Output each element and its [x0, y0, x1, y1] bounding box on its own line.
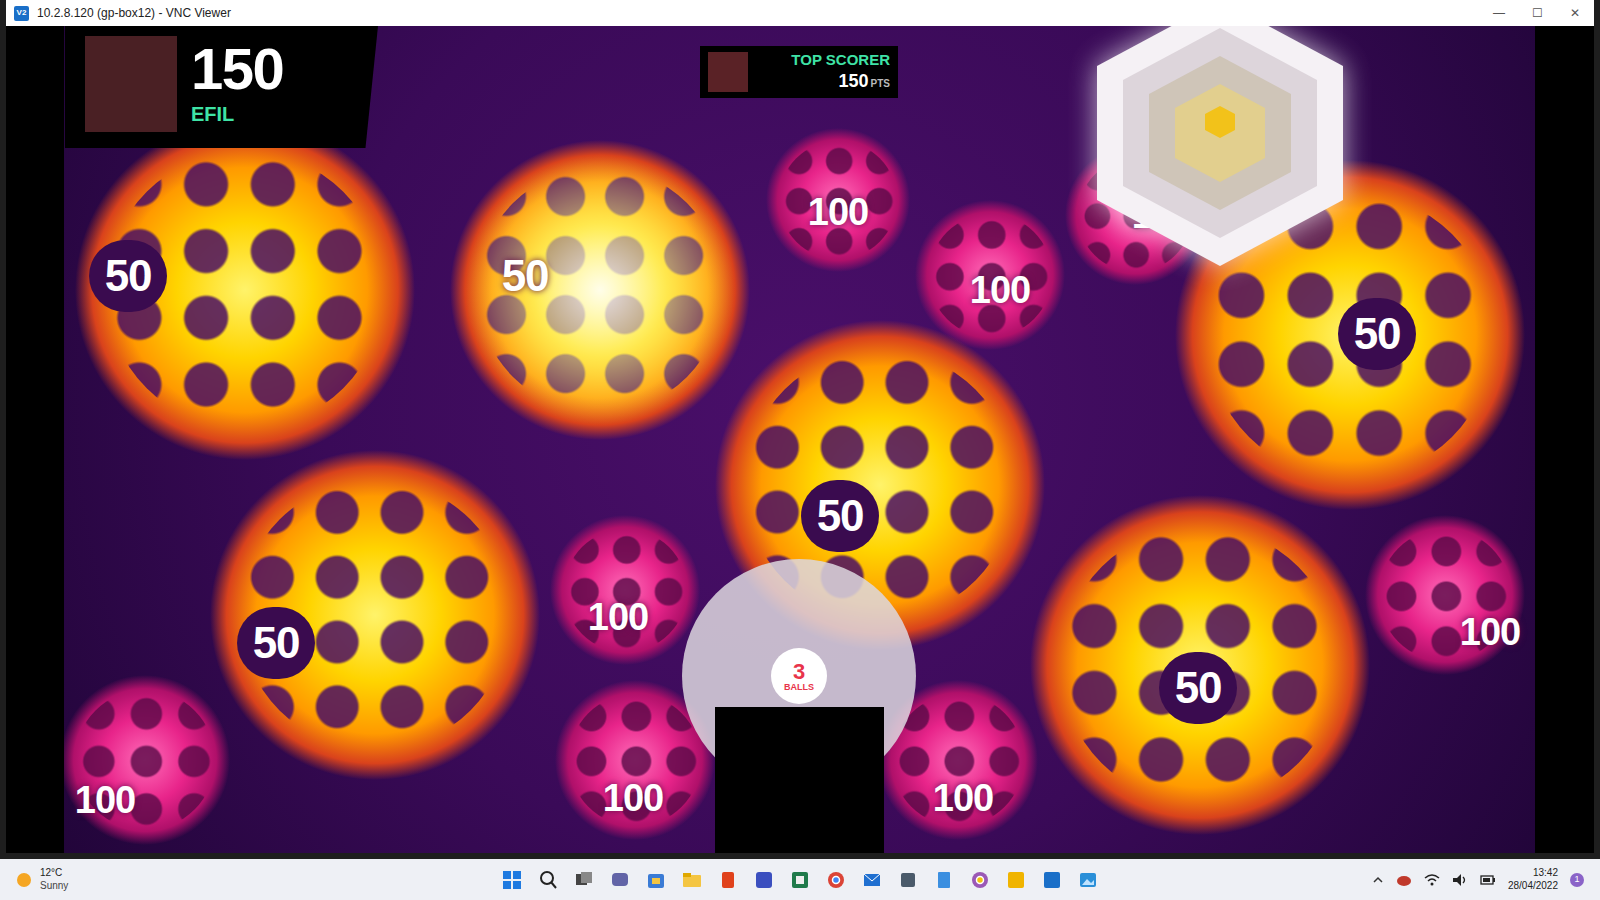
clock[interactable]: 13:4228/04/2022	[1508, 867, 1558, 892]
top-scorer-camera	[708, 52, 748, 92]
balls-badge: 3BALLS	[771, 648, 827, 704]
points-label: 50	[1159, 652, 1237, 724]
points-label: 100	[966, 271, 1035, 309]
points-label: 100	[929, 779, 998, 817]
points-label: 50	[801, 480, 879, 552]
target-ball[interactable]	[450, 140, 750, 440]
chrome-icon[interactable]	[825, 868, 848, 891]
game-area[interactable]: 505010010010050505010050100100100100150E…	[64, 26, 1535, 853]
app-blue-icon[interactable]	[753, 868, 776, 891]
ball-glow	[64, 675, 230, 845]
clock-time: 13:42	[1533, 867, 1558, 880]
window-title: 10.2.8.120 (gp-box12) - VNC Viewer	[37, 4, 1480, 22]
balls-count: 3	[793, 661, 805, 683]
system-tray: 13:4228/04/2022 1	[1100, 867, 1585, 892]
points-label: 100	[804, 193, 873, 231]
close-button[interactable]: ✕	[1556, 0, 1594, 26]
weather-widget[interactable]: 12°CSunny	[16, 867, 501, 892]
file-explorer-icon[interactable]	[681, 868, 704, 891]
vnc-icon[interactable]	[1041, 868, 1064, 891]
target-ball[interactable]	[64, 675, 230, 845]
cloud-icon	[1396, 873, 1412, 887]
balls-label: BALLS	[784, 683, 814, 692]
points-label: 50	[237, 607, 315, 679]
player-camera	[85, 36, 177, 132]
wifi-icon	[1424, 873, 1440, 887]
points-label: 50	[498, 254, 553, 298]
taskbar-apps	[501, 868, 1100, 891]
ball-glow	[1365, 515, 1525, 675]
top-scorer-score: 150	[839, 70, 869, 93]
battery-icon	[1480, 874, 1496, 886]
office-icon[interactable]	[717, 868, 740, 891]
top-scorer-panel: TOP SCORER150PTS	[700, 46, 898, 98]
ball-glow	[450, 140, 750, 440]
left-border	[6, 26, 64, 853]
vnc-window: V2 10.2.8.120 (gp-box12) - VNC Viewer—☐✕ 5…	[6, 0, 1594, 853]
points-label: 50	[89, 240, 167, 312]
points-label: 100	[1456, 613, 1525, 651]
top-scorer-row: 150PTS	[839, 70, 891, 93]
chevron-up-icon	[1372, 874, 1384, 886]
target-ball[interactable]	[550, 515, 700, 665]
top-scorer-unit: PTS	[871, 76, 890, 91]
launcher-base	[715, 707, 884, 853]
weather-temperature: 12°C	[40, 867, 68, 880]
sun-icon	[16, 872, 32, 888]
right-border	[1535, 26, 1594, 853]
points-label: 50	[1338, 298, 1416, 370]
app-green-icon[interactable]	[789, 868, 812, 891]
hexagon-logo-icon	[1095, 26, 1345, 268]
app-yellow-icon[interactable]	[1005, 868, 1028, 891]
points-label: 100	[584, 598, 653, 636]
title-bar: V2 10.2.8.120 (gp-box12) - VNC Viewer—☐✕	[6, 0, 1594, 26]
window-controls: —☐✕	[1480, 0, 1594, 26]
clock-date: 28/04/2022	[1508, 880, 1558, 893]
notification-badge[interactable]: 1	[1570, 873, 1584, 887]
top-scorer-label: TOP SCORER	[791, 51, 890, 70]
minimize-button[interactable]: —	[1480, 0, 1518, 26]
ball-glow	[550, 515, 700, 665]
mail-icon[interactable]	[861, 868, 884, 891]
app-grey-icon[interactable]	[897, 868, 920, 891]
store-icon[interactable]	[645, 868, 668, 891]
points-label: 100	[599, 779, 668, 817]
chrome-canary-icon[interactable]	[969, 868, 992, 891]
search-icon[interactable]	[537, 868, 560, 891]
player-name: EFIL	[191, 102, 283, 127]
remote-screen: 505010010010050505010050100100100100150E…	[6, 26, 1594, 853]
app-icon: V2	[14, 6, 29, 21]
player-panel: 150 EFIL	[65, 26, 378, 148]
points-label: 100	[71, 781, 140, 819]
player-info: 150 EFIL	[191, 40, 283, 127]
taskbar: 12°CSunny 13:4228/04/2022 1	[0, 859, 1600, 900]
start-icon[interactable]	[501, 868, 524, 891]
weather-text: 12°CSunny	[40, 867, 68, 892]
notepad-icon[interactable]	[933, 868, 956, 891]
desktop: V2 10.2.8.120 (gp-box12) - VNC Viewer—☐✕ 5…	[0, 0, 1600, 900]
maximize-button[interactable]: ☐	[1518, 0, 1556, 26]
player-score: 150	[191, 40, 283, 98]
task-view-icon[interactable]	[573, 868, 596, 891]
target-ball[interactable]	[1365, 515, 1525, 675]
top-scorer-info: TOP SCORER150PTS	[760, 51, 890, 92]
volume-icon	[1452, 873, 1468, 887]
chat-icon[interactable]	[609, 868, 632, 891]
weather-condition: Sunny	[40, 880, 68, 893]
photos-icon[interactable]	[1077, 868, 1100, 891]
